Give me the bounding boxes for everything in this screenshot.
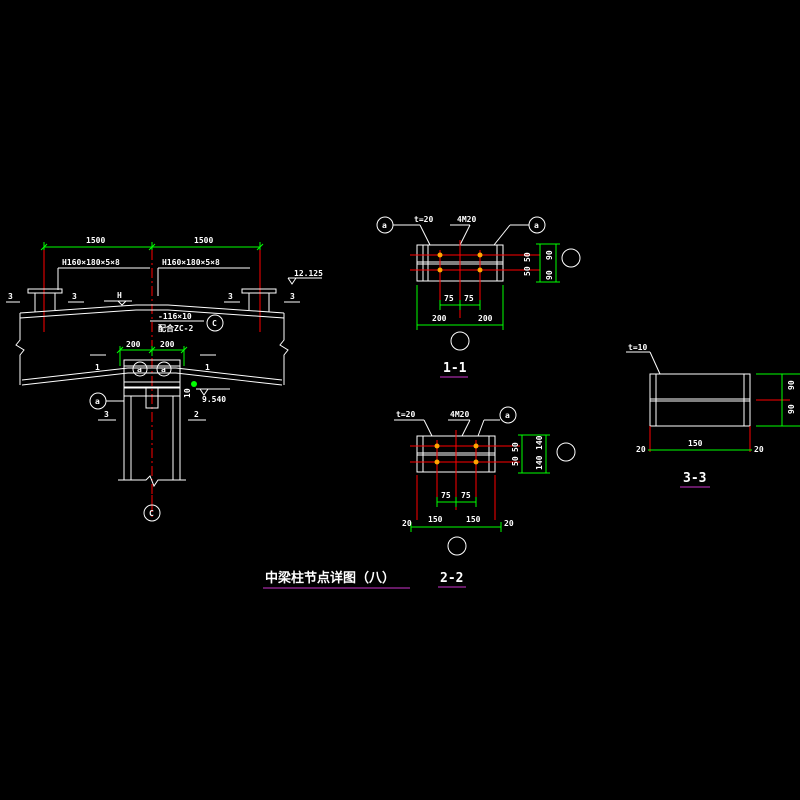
thickness-10: 10 [183,388,192,398]
s11-dim-90a: 90 [545,250,554,260]
section-mark-2-col: 2 [194,410,199,419]
s22-bubble-a-label: a [505,411,510,420]
elevation-9540: 9.540 [202,395,226,404]
detail-bubble-a-1-label: a [137,365,142,374]
s33-dim-90a: 90 [787,380,796,390]
dim-200-left: 200 [126,340,141,349]
detail-bubble-a-2-label: a [161,365,166,374]
detail-bubble-c-top-label: C [212,319,217,328]
s11-bubble-a-right-label: a [534,221,539,230]
s22-dim-150b: 150 [466,515,481,524]
s11-dim-50b: 50 [523,252,532,262]
section-mark-3-c: 3 [228,292,233,301]
elevation-12125: 12.125 [294,269,323,278]
section-3-3-title: 3-3 [683,471,706,486]
s11-dim-200a: 200 [432,314,447,323]
s11-dim-90b: 90 [545,270,554,280]
s11-bubble-a-left-label: a [382,221,387,230]
section-mark-3-d: 3 [290,292,295,301]
brace-note: 配合ZC-2 [158,323,193,333]
s22-dim-75b: 75 [461,491,471,500]
section-mark-3-a: 3 [8,292,13,301]
s33-dim-90b: 90 [787,404,796,414]
cad-drawing-canvas: 1500 1500 H160×180×5×8 H160×180×5×8 12.1… [0,0,800,800]
detail-bubble-c-bottom-label: C [149,509,154,518]
s11-dim-50a: 50 [523,266,532,276]
detail-bubble-a-3-label: a [95,397,100,406]
s11-bolts: 4M20 [457,215,476,224]
s22-dim-50b: 50 [511,442,520,452]
s11-dim-75b: 75 [464,294,474,303]
section-2-2-title: 2-2 [440,571,463,586]
s33-dim-150: 150 [688,439,703,448]
drawing-title: 中梁柱节点详图（八） [265,570,395,586]
elevation-marker [191,381,197,387]
member-label-left: H160×180×5×8 [62,258,120,267]
section-1-1-title: 1-1 [443,361,467,376]
dim-1500-right: 1500 [194,236,213,245]
section-mark-1-right: 1 [205,363,210,372]
ridge-label-h: H [117,291,122,300]
section-mark-3-col: 3 [104,410,109,419]
dim-200-right: 200 [160,340,175,349]
s22-dim-150a: 150 [428,515,443,524]
section-mark-1-left: 1 [95,363,100,372]
s22-dim-20b: 20 [504,519,514,528]
s22-bolts: 4M20 [450,410,469,419]
s33-thickness: t=10 [628,343,647,352]
section-mark-3-b: 3 [72,292,77,301]
plate-note: -116×10 [158,312,192,321]
s11-dim-75a: 75 [444,294,454,303]
dim-1500-left: 1500 [86,236,105,245]
s22-thickness: t=20 [396,410,415,419]
s22-dim-140b: 140 [535,435,544,450]
s11-dim-200b: 200 [478,314,493,323]
member-label-right: H160×180×5×8 [162,258,220,267]
s22-dim-75a: 75 [441,491,451,500]
s33-dim-20a: 20 [636,445,646,454]
s22-dim-50a: 50 [511,456,520,466]
s22-dim-20a: 20 [402,519,412,528]
s33-dim-20b: 20 [754,445,764,454]
s11-thickness: t=20 [414,215,433,224]
s22-dim-140a: 140 [535,455,544,470]
